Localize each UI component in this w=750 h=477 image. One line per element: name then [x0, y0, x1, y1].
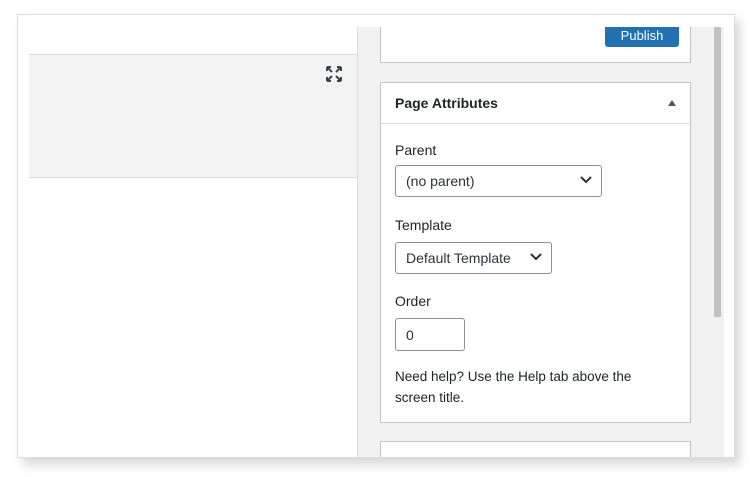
- triangle-up-icon[interactable]: [666, 97, 678, 109]
- help-text: Need help? Use the Help tab above the sc…: [395, 369, 632, 405]
- editor-text-area[interactable]: [29, 178, 357, 457]
- scrollbar-thumb[interactable]: [714, 27, 721, 317]
- template-label: Template: [395, 217, 452, 233]
- screenshot-frame: Publish Page Attributes Parent (no paren…: [17, 14, 735, 458]
- chevron-down-icon: [580, 176, 592, 184]
- page-attributes-header[interactable]: Page Attributes: [381, 83, 690, 124]
- publish-button[interactable]: Publish: [605, 27, 679, 47]
- page-attributes-box: Page Attributes Parent (no parent) Templ…: [380, 82, 691, 423]
- chevron-down-icon: [530, 253, 542, 261]
- order-label: Order: [395, 293, 431, 309]
- publish-box: Publish: [380, 27, 691, 63]
- parent-label: Parent: [395, 142, 437, 158]
- fullscreen-icon[interactable]: [325, 65, 343, 83]
- order-input-value: 0: [406, 327, 414, 343]
- editor-top-strip: [29, 27, 357, 55]
- template-select-value: Default Template: [406, 250, 511, 266]
- parent-select[interactable]: (no parent): [395, 165, 602, 197]
- parent-select-value: (no parent): [406, 173, 475, 189]
- template-select[interactable]: Default Template: [395, 242, 552, 274]
- order-input[interactable]: 0: [395, 318, 465, 351]
- editor-toolbar-area: [29, 55, 357, 178]
- page-attributes-title: Page Attributes: [395, 95, 498, 111]
- wp-editor-screen: Publish Page Attributes Parent (no paren…: [29, 27, 724, 457]
- next-metabox: [380, 441, 691, 457]
- content-editor: [29, 27, 358, 457]
